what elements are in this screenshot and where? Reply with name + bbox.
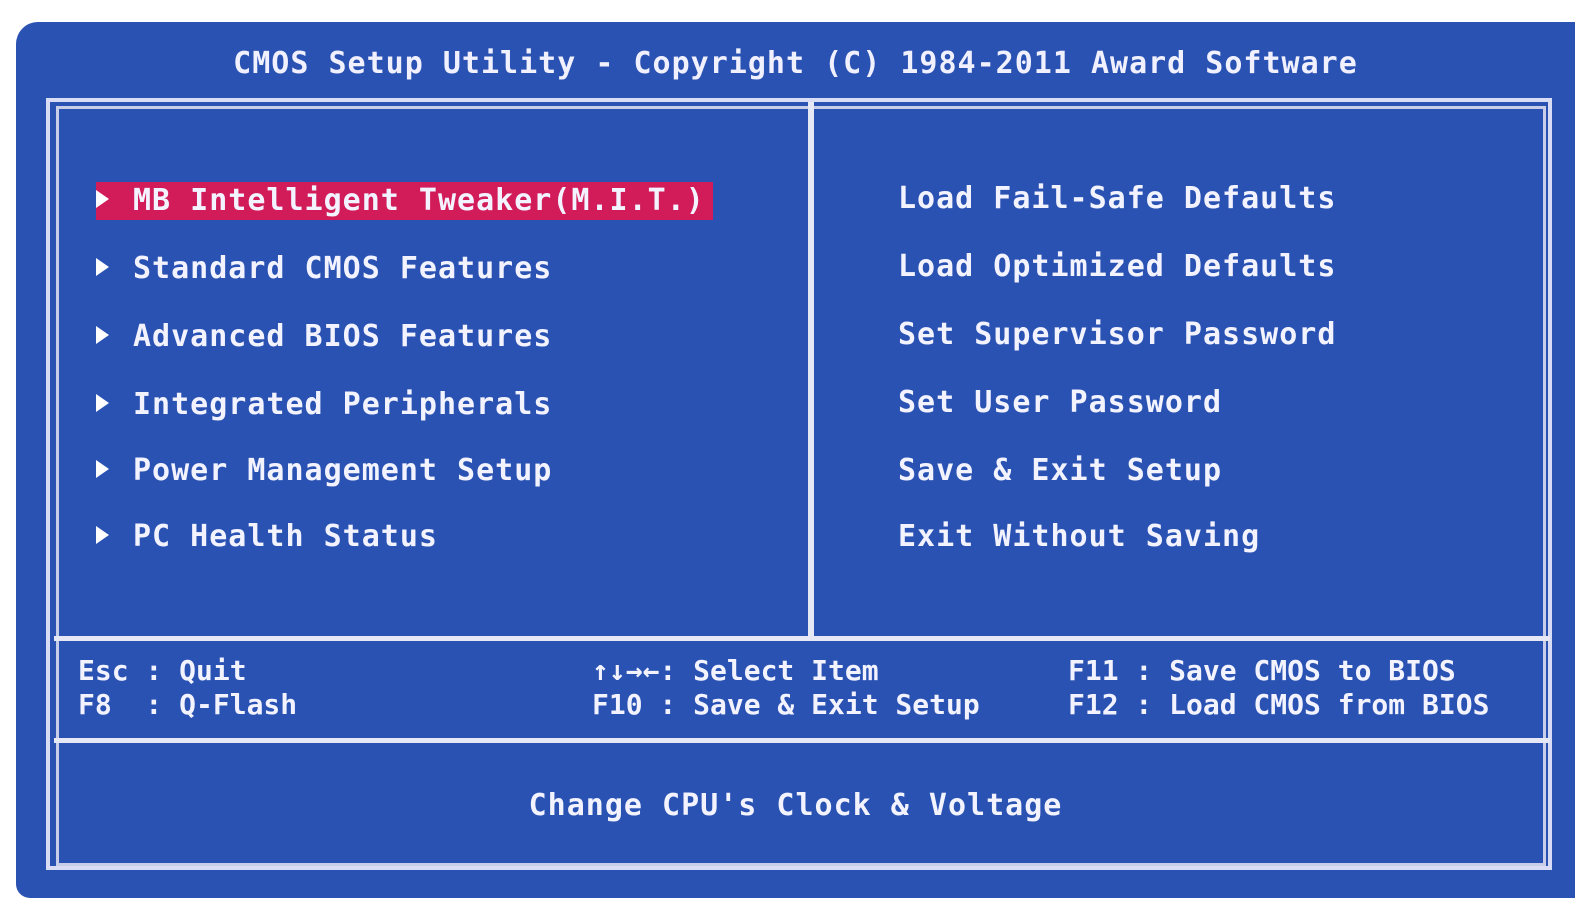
menu-item-mit[interactable]: MB Intelligent Tweaker(M.I.T.)	[96, 182, 713, 220]
menu-keys-divider	[54, 636, 1550, 641]
key-esc-quit: Esc : Quit	[78, 654, 247, 687]
arrow-right-icon	[96, 525, 109, 544]
menu-item-label: Advanced BIOS Features	[133, 319, 553, 354]
key-f12-load-cmos: F12 : Load CMOS from BIOS	[1068, 688, 1490, 721]
arrow-right-icon	[96, 325, 109, 344]
column-divider	[808, 102, 814, 640]
key-f8-qflash: F8 : Q-Flash	[78, 688, 298, 721]
arrow-right-icon	[96, 257, 109, 276]
keys-help-divider	[54, 738, 1550, 743]
title-bar: CMOS Setup Utility - Copyright (C) 1984-…	[233, 46, 1358, 81]
menu-item-exit-without-saving[interactable]: Exit Without Saving	[898, 518, 1260, 556]
menu-item-label: PC Health Status	[133, 519, 438, 554]
menu-item-set-user-password[interactable]: Set User Password	[898, 384, 1222, 422]
menu-item-label: Integrated Peripherals	[133, 387, 553, 422]
help-text: Change CPU's Clock & Voltage	[528, 788, 1063, 823]
menu-item-set-supervisor-password[interactable]: Set Supervisor Password	[898, 316, 1336, 354]
key-f10-save-exit: F10 : Save & Exit Setup	[592, 688, 980, 721]
menu-item-power-management[interactable]: Power Management Setup	[96, 452, 552, 490]
key-arrows-select: ↑↓→←: Select Item	[592, 654, 879, 687]
key-f11-save-cmos: F11 : Save CMOS to BIOS	[1068, 654, 1456, 687]
menu-item-label: MB Intelligent Tweaker(M.I.T.)	[133, 183, 705, 218]
menu-item-load-fail-safe[interactable]: Load Fail-Safe Defaults	[898, 180, 1336, 218]
menu-item-label: Power Management Setup	[133, 453, 553, 488]
menu-item-pc-health[interactable]: PC Health Status	[96, 518, 438, 556]
arrow-right-icon	[96, 393, 109, 412]
menu-item-standard-cmos[interactable]: Standard CMOS Features	[96, 250, 552, 288]
arrow-right-icon	[96, 189, 109, 208]
arrow-right-icon	[96, 459, 109, 478]
menu-item-label: Standard CMOS Features	[133, 251, 553, 286]
menu-item-save-exit[interactable]: Save & Exit Setup	[898, 452, 1222, 490]
menu-item-load-optimized[interactable]: Load Optimized Defaults	[898, 248, 1336, 286]
menu-item-integrated-peripherals[interactable]: Integrated Peripherals	[96, 386, 552, 424]
menu-item-advanced-bios[interactable]: Advanced BIOS Features	[96, 318, 552, 356]
bios-screen: CMOS Setup Utility - Copyright (C) 1984-…	[16, 22, 1575, 898]
